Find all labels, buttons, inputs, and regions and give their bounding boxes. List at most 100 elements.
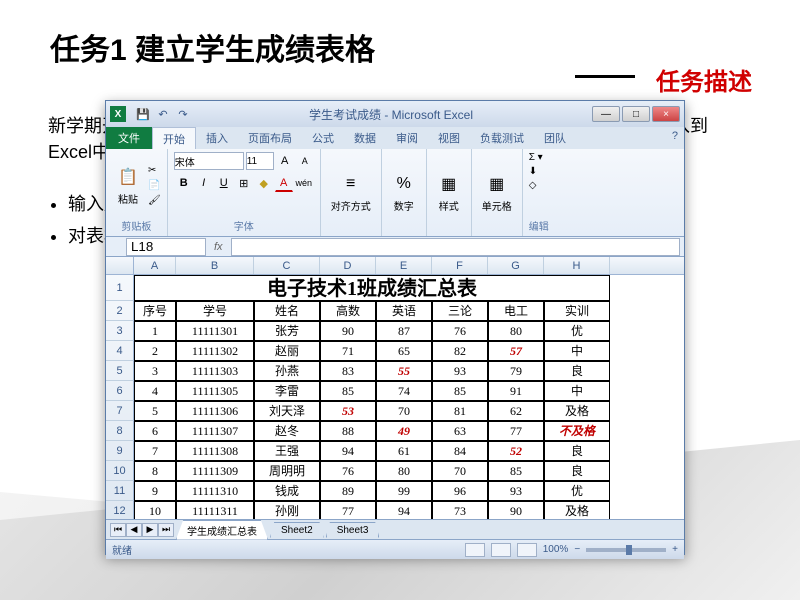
table-cell[interactable]: 89 — [320, 481, 376, 501]
table-cell[interactable]: 55 — [376, 361, 432, 381]
app-icon[interactable]: X — [110, 106, 126, 122]
table-cell[interactable]: 及格 — [544, 501, 610, 519]
row-header[interactable]: 9 — [106, 441, 134, 461]
align-button[interactable]: ≡对齐方式 — [327, 170, 375, 215]
sheet-nav-first-icon[interactable]: ⏮ — [110, 523, 126, 537]
table-cell[interactable]: 88 — [320, 421, 376, 441]
table-cell[interactable]: 王强 — [254, 441, 320, 461]
table-cell[interactable]: 62 — [488, 401, 544, 421]
maximize-button[interactable]: □ — [622, 106, 650, 122]
table-header-cell[interactable]: 姓名 — [254, 301, 320, 321]
table-cell[interactable]: 76 — [320, 461, 376, 481]
zoom-level[interactable]: 100% — [543, 544, 569, 555]
redo-icon[interactable]: ↷ — [176, 107, 190, 121]
undo-icon[interactable]: ↶ — [156, 107, 170, 121]
table-cell[interactable]: 83 — [320, 361, 376, 381]
table-cell[interactable]: 11111305 — [176, 381, 254, 401]
col-header[interactable]: G — [488, 257, 544, 274]
tab-review[interactable]: 审阅 — [386, 127, 428, 149]
table-cell[interactable]: 49 — [376, 421, 432, 441]
table-cell[interactable]: 赵冬 — [254, 421, 320, 441]
file-tab[interactable]: 文件 — [106, 127, 152, 149]
table-cell[interactable]: 80 — [376, 461, 432, 481]
table-cell[interactable]: 良 — [544, 461, 610, 481]
table-header-cell[interactable]: 高数 — [320, 301, 376, 321]
cut-icon[interactable]: ✂ — [148, 165, 161, 176]
font-color-button[interactable]: A — [275, 174, 293, 192]
table-cell[interactable]: 52 — [488, 441, 544, 461]
col-header[interactable]: D — [320, 257, 376, 274]
col-header[interactable]: A — [134, 257, 176, 274]
formula-bar[interactable] — [231, 238, 680, 256]
row-header[interactable]: 3 — [106, 321, 134, 341]
row-header[interactable]: 11 — [106, 481, 134, 501]
sheet-nav-last-icon[interactable]: ⏭ — [158, 523, 174, 537]
clear-icon[interactable]: ◇ — [529, 180, 537, 191]
styles-button[interactable]: ▦样式 — [433, 170, 465, 215]
table-cell[interactable]: 李雷 — [254, 381, 320, 401]
table-cell[interactable]: 刘天泽 — [254, 401, 320, 421]
bold-button[interactable]: B — [175, 174, 193, 192]
row-header[interactable]: 5 — [106, 361, 134, 381]
table-cell[interactable]: 及格 — [544, 401, 610, 421]
fill-color-button[interactable]: ◆ — [255, 174, 273, 192]
table-header-cell[interactable]: 英语 — [376, 301, 432, 321]
titlebar[interactable]: X 💾 ↶ ↷ 学生考试成绩 - Microsoft Excel — □ × — [106, 101, 684, 127]
sheet-nav-next-icon[interactable]: ▶ — [142, 523, 158, 537]
table-header-cell[interactable]: 实训 — [544, 301, 610, 321]
table-cell[interactable]: 85 — [432, 381, 488, 401]
table-cell[interactable]: 74 — [376, 381, 432, 401]
select-all-corner[interactable] — [106, 257, 134, 274]
table-cell[interactable]: 11111309 — [176, 461, 254, 481]
table-cell[interactable]: 71 — [320, 341, 376, 361]
table-header-cell[interactable]: 序号 — [134, 301, 176, 321]
table-cell[interactable]: 中 — [544, 381, 610, 401]
table-cell[interactable]: 11111311 — [176, 501, 254, 519]
table-cell[interactable]: 11111302 — [176, 341, 254, 361]
table-cell[interactable]: 赵丽 — [254, 341, 320, 361]
italic-button[interactable]: I — [195, 174, 213, 192]
row-header[interactable]: 7 — [106, 401, 134, 421]
table-cell[interactable]: 93 — [488, 481, 544, 501]
sheet-tab-active[interactable]: 学生成绩汇总表 — [176, 520, 268, 540]
table-cell[interactable]: 11111307 — [176, 421, 254, 441]
col-header[interactable]: H — [544, 257, 610, 274]
col-header[interactable]: C — [254, 257, 320, 274]
table-cell[interactable]: 11111310 — [176, 481, 254, 501]
table-cell[interactable]: 11111308 — [176, 441, 254, 461]
tab-home[interactable]: 开始 — [152, 127, 196, 149]
table-cell[interactable]: 6 — [134, 421, 176, 441]
tab-data[interactable]: 数据 — [344, 127, 386, 149]
sheet-nav-prev-icon[interactable]: ◀ — [126, 523, 142, 537]
tab-view[interactable]: 视图 — [428, 127, 470, 149]
table-cell[interactable]: 70 — [432, 461, 488, 481]
row-header[interactable]: 1 — [106, 275, 134, 301]
table-cell[interactable]: 孙燕 — [254, 361, 320, 381]
table-cell[interactable]: 1 — [134, 321, 176, 341]
row-header[interactable]: 8 — [106, 421, 134, 441]
zoom-out-button[interactable]: − — [574, 544, 580, 555]
table-cell[interactable]: 周明明 — [254, 461, 320, 481]
table-cell[interactable]: 76 — [432, 321, 488, 341]
cells-button[interactable]: ▦单元格 — [478, 170, 516, 215]
tab-layout[interactable]: 页面布局 — [238, 127, 302, 149]
table-cell[interactable]: 优 — [544, 481, 610, 501]
copy-icon[interactable]: 📄 — [148, 180, 161, 191]
table-cell[interactable]: 孙刚 — [254, 501, 320, 519]
table-cell[interactable]: 53 — [320, 401, 376, 421]
table-cell[interactable]: 80 — [488, 321, 544, 341]
table-cell[interactable]: 不及格 — [544, 421, 610, 441]
table-cell[interactable]: 96 — [432, 481, 488, 501]
normal-view-icon[interactable] — [465, 543, 485, 557]
table-header-cell[interactable]: 学号 — [176, 301, 254, 321]
table-cell[interactable]: 5 — [134, 401, 176, 421]
table-cell[interactable]: 11111301 — [176, 321, 254, 341]
table-cell[interactable]: 钱成 — [254, 481, 320, 501]
close-button[interactable]: × — [652, 106, 680, 122]
grow-font-icon[interactable]: A — [276, 152, 294, 170]
row-header[interactable]: 10 — [106, 461, 134, 481]
table-header-cell[interactable]: 三论 — [432, 301, 488, 321]
table-cell[interactable]: 73 — [432, 501, 488, 519]
table-cell[interactable]: 张芳 — [254, 321, 320, 341]
table-cell[interactable]: 61 — [376, 441, 432, 461]
